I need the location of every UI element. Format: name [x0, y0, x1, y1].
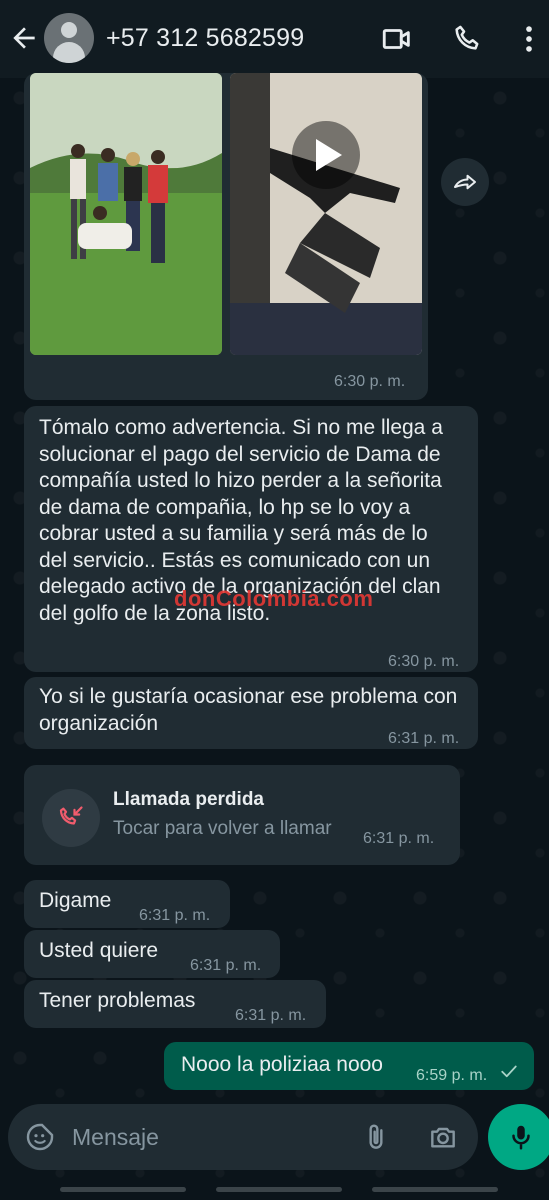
message-text: Nooo la poliziaa nooo: [181, 1053, 383, 1076]
message-text: Usted quiere: [39, 939, 159, 962]
message-time: 6:59 p. m.: [416, 1067, 488, 1084]
microphone-icon: [512, 1125, 530, 1150]
message-time: 6:31 p. m.: [388, 730, 460, 747]
message-bubble-incoming[interactable]: Tener problemas 6:31 p. m.: [24, 980, 326, 1028]
phone-call-icon[interactable]: [451, 22, 485, 56]
message-time: 6:31 p. m.: [235, 1007, 307, 1024]
message-bubble-incoming[interactable]: Tómalo como advertencia. Si no me llega …: [24, 406, 478, 672]
contact-name[interactable]: +57 312 5682599: [106, 24, 304, 53]
video-call-icon[interactable]: [380, 22, 414, 56]
message-bubble-incoming[interactable]: Usted quiere 6:31 p. m.: [24, 930, 280, 978]
missed-call-message[interactable]: Llamada perdida Tocar para volver a llam…: [24, 765, 460, 865]
message-bubble-outgoing[interactable]: Nooo la poliziaa nooo 6:59 p. m.: [164, 1042, 534, 1090]
message-time: 6:31 p. m.: [363, 830, 435, 847]
video-thumbnail-image[interactable]: [230, 73, 422, 355]
message-text: Tener problemas: [39, 989, 196, 1012]
missed-call-title: Llamada perdida: [113, 789, 264, 810]
message-time: 6:30 p. m.: [334, 373, 406, 390]
voice-message-button[interactable]: [488, 1104, 549, 1170]
back-arrow-icon[interactable]: [8, 22, 40, 54]
camera-icon[interactable]: [426, 1121, 460, 1153]
attach-icon[interactable]: [360, 1120, 392, 1154]
forward-button[interactable]: [441, 158, 489, 206]
message-time: 6:31 p. m.: [190, 957, 262, 974]
message-input-bar[interactable]: Mensaje: [8, 1104, 478, 1170]
missed-call-icon: [42, 789, 100, 847]
emoji-icon[interactable]: [24, 1121, 56, 1153]
message-bubble-incoming[interactable]: Digame 6:31 p. m.: [24, 880, 230, 928]
message-text: Digame: [39, 889, 112, 912]
watermark-text: donColombia.com: [174, 586, 374, 611]
missed-call-subtitle: Tocar para volver a llamar: [113, 818, 332, 839]
gesture-bar: [216, 1187, 342, 1192]
message-bubble-incoming[interactable]: Yo si le gustaría ocasionar ese problema…: [24, 677, 478, 749]
message-time: 6:31 p. m.: [139, 907, 211, 924]
gesture-bar: [372, 1187, 498, 1192]
delivered-check-icon: [501, 1065, 517, 1078]
group-photo-image[interactable]: [30, 73, 222, 355]
gesture-bar: [60, 1187, 186, 1192]
contact-avatar[interactable]: [44, 13, 94, 63]
chat-header: +57 312 5682599: [0, 0, 549, 78]
media-message[interactable]: 6:30 p. m.: [24, 73, 428, 400]
more-options-icon[interactable]: [512, 22, 546, 56]
message-input[interactable]: Mensaje: [72, 1124, 159, 1151]
forward-icon: [454, 174, 476, 190]
message-time: 6:30 p. m.: [388, 653, 460, 670]
